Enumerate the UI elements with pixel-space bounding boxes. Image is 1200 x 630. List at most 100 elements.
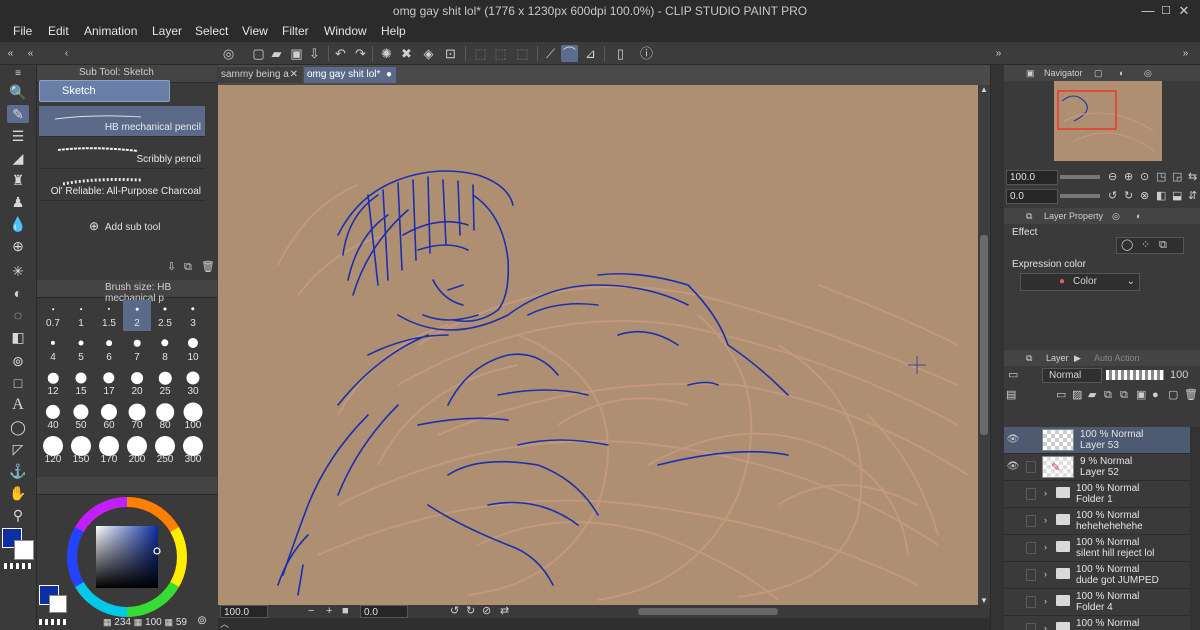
layer-row[interactable]: › 100 % Normal Folder 4 (1004, 589, 1200, 616)
selection-tool-icon[interactable]: ◌ (7, 306, 29, 324)
copy-layer-icon[interactable]: ⧉ (1120, 389, 1128, 402)
layer-scrollbar[interactable] (1190, 427, 1200, 630)
layer-color-icon[interactable]: ▭ (1008, 369, 1018, 382)
tool-palette-menu-icon[interactable]: ≡ (7, 65, 29, 83)
vertical-scrollbar[interactable]: ▲ ▼ (978, 85, 990, 605)
brush-size-option[interactable]: 120 (39, 436, 67, 467)
figure-tool-icon[interactable]: ⊕ (7, 237, 29, 255)
effect-grid-icon[interactable]: ⁘ (1141, 239, 1150, 252)
lasso-tool-icon[interactable]: ◐ (7, 284, 29, 302)
layer-row[interactable]: › 100 % Normal silent hill reject lol (1004, 535, 1200, 562)
brush-size-option[interactable]: 1.5 (95, 300, 123, 331)
lock-icon[interactable] (1026, 623, 1036, 630)
visibility-icon[interactable] (1006, 569, 1020, 581)
layer-row[interactable]: › 100 % Normal Folder 1 (1004, 481, 1200, 508)
snap-ruler-icon[interactable]: ⟋ (542, 45, 559, 62)
zoom-tool-icon[interactable]: 🔍 (7, 83, 29, 101)
navigator-preview[interactable] (1054, 81, 1162, 161)
layer-row[interactable]: 👁 100 % Normal Layer 53 (1004, 427, 1200, 454)
transform-icon[interactable]: ⊡ (442, 45, 459, 62)
layer-panel-label[interactable]: Layer (1046, 350, 1069, 366)
subtool-item[interactable]: HB mechanical pencil (39, 106, 205, 137)
brush-size-option[interactable]: 5 (67, 334, 95, 365)
text-tool-icon[interactable]: A (7, 396, 29, 414)
effect-buttons[interactable]: ◯ ⁘ ⧉ (1116, 237, 1184, 254)
rotate-left-icon[interactable]: ↺ (450, 605, 459, 618)
chevron-right-icon[interactable]: › (1044, 569, 1047, 579)
chevron-right-icon[interactable]: › (1044, 488, 1047, 498)
menu-edit[interactable]: Edit (48, 24, 69, 38)
brush-size-option[interactable]: 80 (151, 402, 179, 433)
chevron-down-icon[interactable]: ▼ (980, 596, 988, 605)
zoom-field[interactable]: 100.0 (220, 605, 268, 618)
brush-size-option[interactable]: 60 (95, 402, 123, 433)
brush-size-option[interactable]: 100 (179, 402, 207, 433)
brush-size-option[interactable]: 7 (123, 334, 151, 365)
navigator-rotate-slider[interactable] (1060, 194, 1100, 198)
scrollbar-thumb[interactable] (980, 235, 988, 435)
brush-size-option[interactable]: 50 (67, 402, 95, 433)
menu-help[interactable]: Help (381, 24, 406, 38)
new-vector-layer-icon[interactable]: ▨ (1072, 389, 1082, 402)
search-layer-icon[interactable]: ◎ (1112, 208, 1120, 224)
settings-icon[interactable]: ⊚ (197, 614, 207, 627)
flip-icon[interactable]: ⇄ (500, 605, 509, 618)
menu-select[interactable]: Select (195, 24, 228, 38)
navigator-zoom-slider[interactable] (1060, 175, 1100, 179)
menu-animation[interactable]: Animation (84, 24, 137, 38)
document-tab[interactable]: sammy being a ✕ (218, 67, 302, 83)
help-icon[interactable]: ⓘ (638, 45, 655, 62)
brush-size-option[interactable]: 3 (179, 300, 207, 331)
brush-size-option[interactable]: 17 (95, 368, 123, 399)
brush-size-option[interactable]: 20 (123, 368, 151, 399)
auto-action-label[interactable]: Auto Action (1094, 350, 1140, 366)
brush-size-option[interactable]: 300 (179, 436, 207, 467)
visibility-icon[interactable] (1006, 623, 1020, 630)
border-effect-icon[interactable]: ◯ (1121, 239, 1133, 252)
ruler-tool-icon[interactable]: ⚓ (7, 462, 29, 480)
layer-property-label[interactable]: Layer Property (1044, 208, 1103, 224)
visibility-icon[interactable] (1006, 596, 1020, 608)
chevron-up-icon[interactable]: ▲ (980, 85, 988, 94)
drawing-canvas[interactable] (218, 85, 978, 605)
rectangle-tool-icon[interactable]: □ (7, 374, 29, 392)
sub-view-icon[interactable]: ▢ (1094, 65, 1103, 81)
zoom-in-icon[interactable]: ⊕ (1124, 171, 1133, 184)
copy-subtool-icon[interactable]: ⇩ (167, 261, 176, 274)
smartphone-icon[interactable]: ▯ (612, 45, 629, 62)
zoom-out-icon[interactable]: − (308, 605, 314, 618)
subtool-item[interactable]: Scribbly pencil (39, 138, 205, 169)
brush-size-option[interactable]: 15 (67, 368, 95, 399)
brush-size-option[interactable]: 25 (151, 368, 179, 399)
rotate-left-icon[interactable]: ↺ (1108, 190, 1117, 203)
chevron-left-icon[interactable]: ‹ (58, 45, 75, 62)
zoom-in-icon[interactable]: + (326, 605, 332, 618)
effect-layers-icon[interactable]: ⧉ (1159, 239, 1167, 252)
brush-size-option[interactable]: 200 (123, 436, 151, 467)
airbrush-tool-icon[interactable]: ♜ (7, 171, 29, 189)
layer-row[interactable]: 👁 ✎ 9 % Normal Layer 52 (1004, 454, 1200, 481)
gradient-tool-icon[interactable]: ⊚ (7, 352, 29, 370)
brush-size-option[interactable]: 8 (151, 334, 179, 365)
fill-icon[interactable]: ◈ (420, 45, 437, 62)
chevron-right-icon[interactable]: › (1044, 596, 1047, 606)
snap-special-ruler-icon[interactable]: ⌒ (561, 45, 578, 62)
brush-size-option[interactable]: 150 (67, 436, 95, 467)
trash-icon[interactable]: 🗑 (201, 261, 215, 274)
sub-color-swatch[interactable] (49, 595, 67, 613)
balloon-tool-icon[interactable]: ◯ (7, 418, 29, 436)
lock-icon[interactable] (1026, 461, 1036, 473)
visibility-icon[interactable] (1006, 488, 1020, 500)
brush-size-option[interactable]: 30 (179, 368, 207, 399)
flip-horizontal-icon[interactable]: ⇵ (1188, 190, 1197, 203)
redo-icon[interactable]: ↷ (352, 45, 369, 62)
brush-size-option[interactable]: 40 (39, 402, 67, 433)
clip-studio-icon[interactable]: ◎ (220, 45, 237, 62)
transparent-color-swatch[interactable] (39, 619, 67, 625)
visibility-icon[interactable] (1006, 515, 1020, 527)
brush-size-option[interactable]: 0.7 (39, 300, 67, 331)
brush-tool-icon[interactable]: ☰ (7, 127, 29, 145)
opacity-slider[interactable] (1106, 370, 1164, 380)
new-folder-icon[interactable]: ▰ (1088, 389, 1096, 402)
layer-info-icon[interactable]: ◐ (1136, 208, 1141, 224)
